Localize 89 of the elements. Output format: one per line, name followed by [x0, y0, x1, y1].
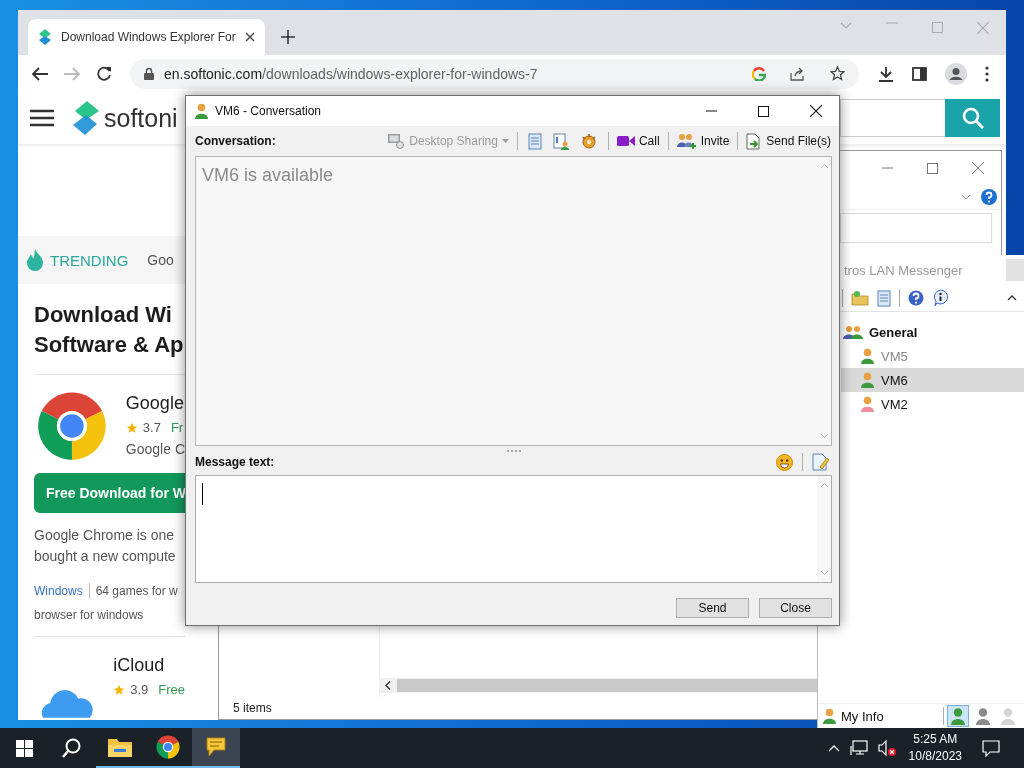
- platform-link[interactable]: Windows: [34, 584, 83, 598]
- avatar-icon[interactable]: [945, 62, 967, 85]
- window-title: tros LAN Messenger: [844, 262, 963, 278]
- trending-link[interactable]: Goo: [147, 252, 174, 268]
- close-button[interactable]: Close: [759, 598, 832, 618]
- maximize-icon[interactable]: [758, 105, 769, 117]
- scroll-left-icon[interactable]: [385, 681, 391, 690]
- invite-button[interactable]: Invite: [675, 133, 731, 149]
- menu-icon[interactable]: [985, 65, 989, 82]
- browser-tab[interactable]: Download Windows Explorer For: [28, 19, 265, 55]
- rating-value: 3.9: [130, 682, 149, 697]
- side-panel-icon[interactable]: [912, 66, 927, 81]
- notifications-icon[interactable]: [982, 739, 1000, 757]
- item-count: 5 items: [233, 701, 272, 715]
- download-button[interactable]: Free Download for W: [34, 473, 185, 513]
- folder-icon: [108, 737, 132, 757]
- search-field[interactable]: [840, 213, 992, 243]
- time-text: 5:25 AM: [913, 731, 958, 748]
- message-label: Message text:: [195, 455, 275, 469]
- page-heading: Download Wi Software & Ap: [33, 301, 185, 359]
- colored-ring-icon[interactable]: [752, 66, 766, 81]
- chevron-up-icon[interactable]: [1007, 295, 1017, 301]
- tag-text: browser for windows: [33, 607, 145, 622]
- people-add-icon: [676, 133, 697, 149]
- messenger-app-button[interactable]: [192, 728, 240, 768]
- contact-item[interactable]: VM5: [841, 344, 1024, 368]
- lock-icon: [144, 67, 154, 80]
- star-icon: [125, 421, 138, 434]
- publisher-name: Google C: [125, 441, 185, 457]
- flame-icon: [27, 249, 43, 271]
- license-label: Free: [158, 682, 185, 697]
- my-info-link[interactable]: My Info: [841, 708, 884, 724]
- address-bar[interactable]: en.softonic.com/downloads/windows-explorer-for-windows-7: [130, 58, 859, 89]
- window-title: VM6 - Conversation: [215, 104, 322, 118]
- person-icon: [195, 103, 208, 119]
- tag-text: 64 games for w: [95, 584, 178, 598]
- person-icon: [823, 708, 836, 724]
- app-description: Google Chrome is one bought a new compute: [33, 526, 177, 566]
- call-button[interactable]: Call: [615, 134, 661, 148]
- chevron-down-icon[interactable]: [961, 194, 971, 200]
- plus-icon[interactable]: [281, 30, 295, 44]
- smiley-icon[interactable]: [776, 453, 793, 471]
- send-files-button[interactable]: Send File(s): [745, 132, 832, 150]
- diamond-logo-icon: [38, 29, 52, 45]
- reload-icon[interactable]: [96, 65, 112, 82]
- close-icon[interactable]: [245, 32, 255, 42]
- contact-item[interactable]: VM6: [841, 368, 1024, 392]
- document-arrow-icon: [746, 132, 763, 150]
- site-logo[interactable]: softoni: [104, 103, 178, 133]
- contact-group[interactable]: General: [841, 320, 1024, 344]
- rating-value: 3.7: [142, 420, 161, 435]
- message-input[interactable]: [195, 475, 832, 583]
- clock[interactable]: 5:25 AM 10/8/2023: [908, 728, 962, 768]
- download-icon[interactable]: [878, 65, 894, 82]
- info-icon[interactable]: [932, 289, 949, 307]
- close-icon[interactable]: [810, 105, 822, 117]
- folder-icon[interactable]: [851, 290, 869, 306]
- help-icon[interactable]: [908, 290, 924, 306]
- windows-logo-icon: [15, 739, 33, 757]
- star-icon: [113, 683, 126, 696]
- back-icon[interactable]: [32, 66, 48, 81]
- edit-document-icon[interactable]: [812, 453, 829, 471]
- contact-item[interactable]: VM2: [841, 392, 1024, 416]
- search-icon: [62, 738, 82, 758]
- people-icon: [843, 325, 863, 339]
- horizontal-scrollbar[interactable]: [380, 678, 817, 693]
- status-message: VM6 is available: [202, 165, 335, 186]
- menu-icon[interactable]: [30, 109, 54, 127]
- monitor-icon: [387, 133, 406, 149]
- date-text: 10/8/2023: [908, 748, 962, 765]
- app-name-link[interactable]: Google: [125, 393, 185, 414]
- browser-logo-icon: [156, 735, 180, 759]
- diamond-logo-icon[interactable]: [72, 101, 100, 135]
- speech-bubble-icon: [204, 735, 228, 759]
- network-icon[interactable]: [849, 740, 868, 756]
- info-document-icon[interactable]: [552, 132, 569, 150]
- app-name-link[interactable]: iCloud: [113, 655, 185, 676]
- trending-label: TRENDING: [50, 251, 129, 269]
- gear-icon[interactable]: [579, 133, 598, 149]
- share-icon[interactable]: [790, 66, 806, 81]
- video-camera-icon: [616, 135, 635, 147]
- volume-icon[interactable]: [877, 740, 896, 756]
- star-outline-icon[interactable]: [830, 66, 845, 81]
- search-icon: [961, 107, 984, 129]
- help-icon[interactable]: [981, 189, 997, 205]
- send-button[interactable]: Send: [676, 598, 749, 618]
- caret-icon: [501, 139, 509, 143]
- license-label: Fr: [170, 420, 184, 435]
- conversation-label: Conversation:: [195, 134, 276, 148]
